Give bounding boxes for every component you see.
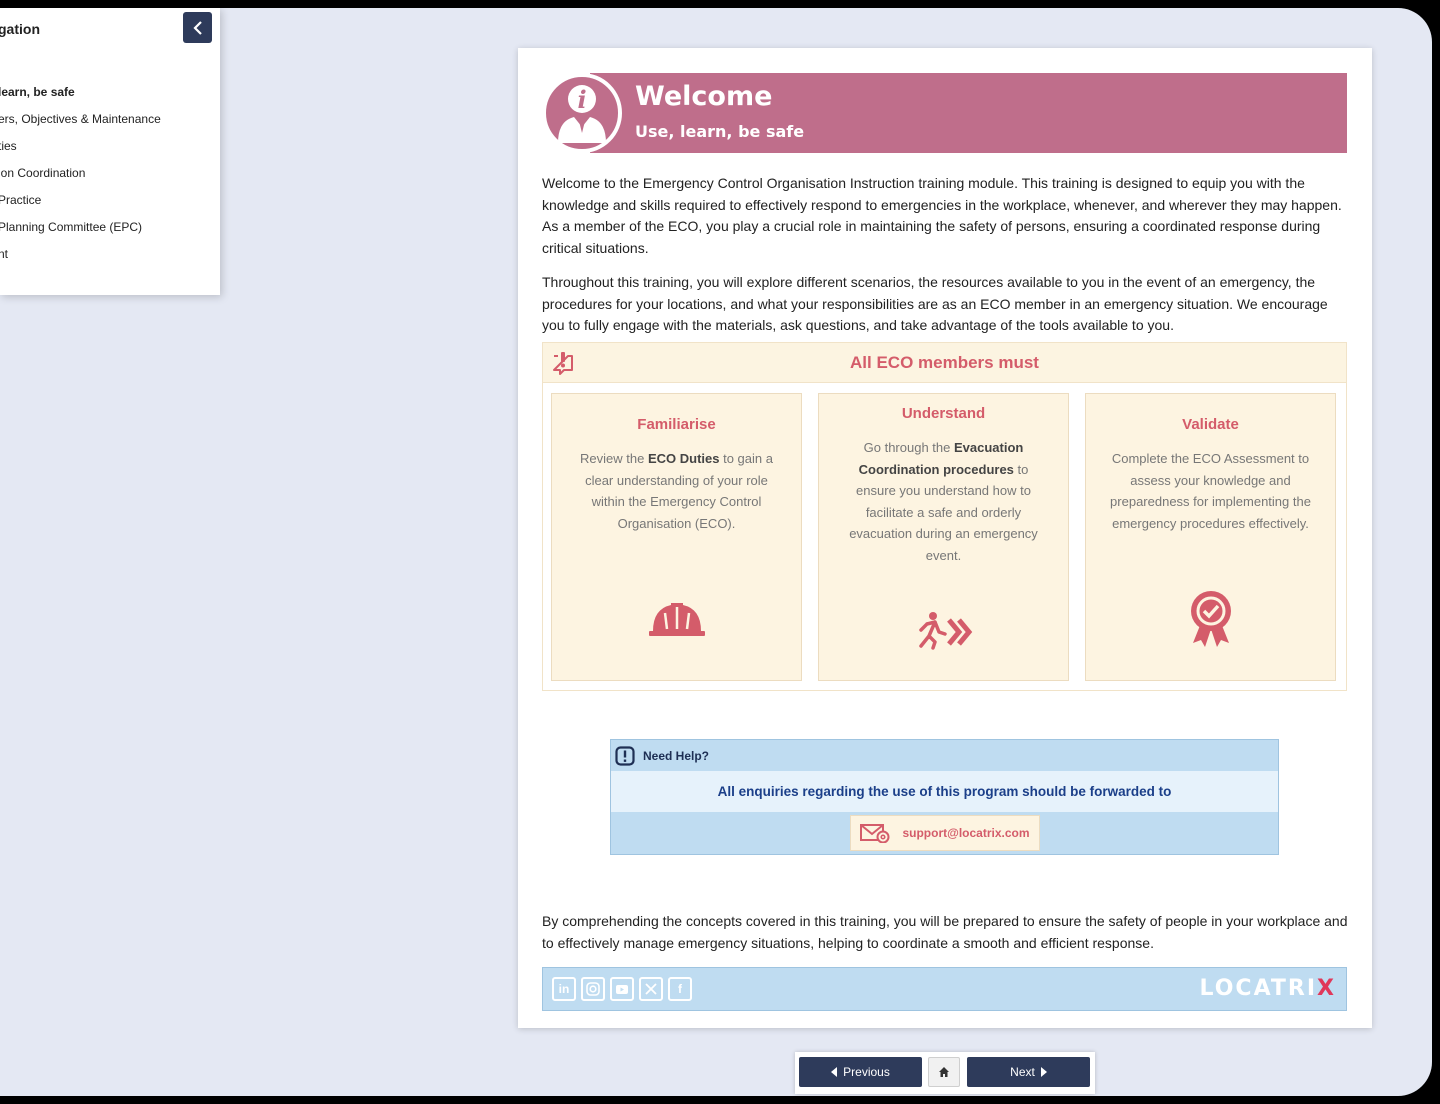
eco-members-panel: All ECO members must Familiarise Review … [542, 342, 1347, 691]
support-email: support@locatrix.com [902, 826, 1030, 840]
x-twitter-icon[interactable] [639, 977, 663, 1001]
navigation-panel: gation learn, be safe ers, Objectives & … [0, 8, 220, 295]
eco-members-header: All ECO members must [543, 343, 1346, 383]
eco-members-title: All ECO members must [850, 353, 1039, 372]
footer-bar: in f LOCATRIX [542, 967, 1347, 1011]
next-button[interactable]: Next [967, 1057, 1090, 1087]
need-help-title: Need Help? [643, 749, 710, 763]
instagram-icon[interactable] [581, 977, 605, 1001]
content-card: i Welcome Use, learn, be safe Welcome to… [518, 48, 1372, 1028]
validate-title: Validate [1182, 416, 1239, 433]
help-message: All enquiries regarding the use of this … [611, 771, 1278, 812]
familiarise-box: Familiarise Review the ECO Duties to gai… [551, 393, 802, 681]
info-person-icon: i [542, 73, 622, 153]
hard-hat-icon [552, 599, 801, 639]
award-ribbon-icon [1086, 589, 1335, 649]
understand-box: Understand Go through the Evacuation Coo… [818, 393, 1069, 681]
collapse-sidebar-button[interactable] [183, 12, 212, 43]
nav-item-assessment[interactable]: nt [0, 246, 161, 273]
understand-text: Go through the Evacuation Coordination p… [849, 440, 1038, 563]
navigation-title: gation [0, 21, 40, 37]
social-links: in f [552, 977, 692, 1001]
closing-paragraph: By comprehending the concepts covered in… [542, 913, 1348, 951]
nav-item-duties[interactable]: ties [0, 138, 161, 165]
familiarise-title: Familiarise [637, 416, 716, 433]
banner-title: Welcome [635, 81, 773, 112]
nav-item-epc[interactable]: Planning Committee (EPC) [0, 219, 161, 246]
banner-subtitle: Use, learn, be safe [635, 122, 805, 141]
alert-square-icon [615, 746, 635, 766]
navigation-list: learn, be safe ers, Objectives & Mainten… [0, 84, 161, 273]
support-email-link[interactable]: support@locatrix.com [850, 815, 1040, 851]
familiarise-text: Review the ECO Duties to gain a clear un… [580, 451, 773, 531]
home-button[interactable] [928, 1057, 960, 1087]
caret-left-icon [831, 1067, 838, 1077]
youtube-icon[interactable] [610, 977, 634, 1001]
need-help-header: Need Help? [615, 746, 709, 766]
caret-right-icon [1040, 1067, 1047, 1077]
facebook-icon[interactable]: f [668, 977, 692, 1001]
understand-title: Understand [901, 405, 986, 422]
next-label: Next [1010, 1065, 1035, 1079]
svg-text:i: i [577, 85, 586, 114]
chevron-left-icon [192, 20, 202, 35]
previous-button[interactable]: Previous [799, 1057, 922, 1087]
validate-text: Complete the ECO Assessment to assess yo… [1110, 451, 1311, 531]
locatrix-logo: LOCATRIX [1199, 976, 1336, 1001]
linkedin-icon[interactable]: in [552, 977, 576, 1001]
nav-item-practice[interactable]: Practice [0, 192, 161, 219]
running-exit-icon [819, 610, 1068, 650]
welcome-banner: i Welcome Use, learn, be safe [542, 73, 1347, 153]
validate-box: Validate Complete the ECO Assessment to … [1085, 393, 1336, 681]
intro-paragraph-2: Throughout this training, you will explo… [542, 274, 1328, 333]
eco-members-boxes: Familiarise Review the ECO Duties to gai… [551, 393, 1338, 681]
email-icon [860, 824, 890, 843]
need-help-panel: Need Help? All enquiries regarding the u… [610, 739, 1279, 855]
previous-label: Previous [843, 1065, 890, 1079]
nav-item-evacuation[interactable]: ion Coordination [0, 165, 161, 192]
intro-paragraph-1: Welcome to the Emergency Control Organis… [542, 175, 1342, 256]
nav-item-officers[interactable]: ers, Objectives & Maintenance [0, 111, 161, 138]
home-icon [939, 1067, 949, 1077]
app-screen: gation learn, be safe ers, Objectives & … [0, 8, 1432, 1096]
page-navigation: Previous Next [795, 1052, 1095, 1094]
nav-item-welcome[interactable]: learn, be safe [0, 84, 161, 111]
